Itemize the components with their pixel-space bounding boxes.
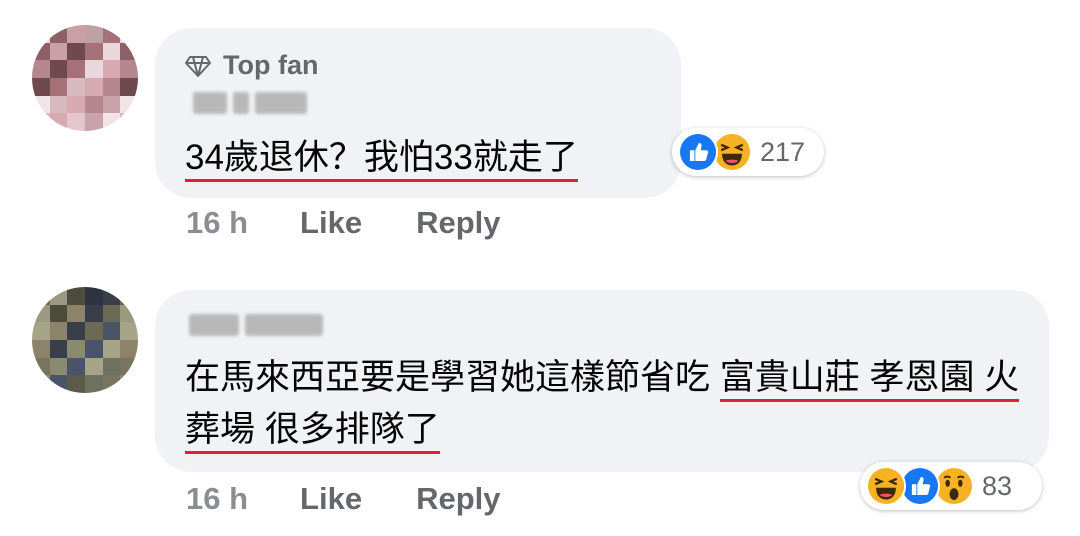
reply-button[interactable]: Reply	[416, 205, 500, 241]
like-icon	[900, 466, 940, 506]
timestamp[interactable]: 16 h	[186, 481, 248, 517]
wow-icon	[934, 466, 974, 506]
haha-icon	[866, 466, 906, 506]
like-button[interactable]: Like	[300, 205, 362, 241]
comment-text-underlined: 34歲退休？我怕33就走了	[185, 138, 578, 182]
timestamp[interactable]: 16 h	[186, 205, 248, 241]
like-button[interactable]: Like	[300, 481, 362, 517]
haha-icon	[712, 132, 752, 172]
diamond-icon	[185, 55, 211, 77]
comment-bubble: 在馬來西亞要是學習她這樣節省吃 富貴山莊 孝恩園 火葬場 很多排隊了	[155, 290, 1049, 472]
reaction-summary[interactable]: 217	[672, 128, 824, 176]
commenter-name[interactable]	[193, 92, 307, 114]
reply-button[interactable]: Reply	[416, 481, 500, 517]
commenter-name[interactable]	[189, 314, 323, 336]
comment-bubble: Top fan 34歲退休？我怕33就走了	[155, 28, 681, 198]
avatar[interactable]	[32, 25, 138, 131]
like-icon	[678, 132, 718, 172]
comment-actions: 16 h Like Reply	[186, 205, 500, 241]
comment-actions: 16 h Like Reply	[186, 481, 500, 517]
badge-label: Top fan	[223, 50, 319, 80]
reaction-summary[interactable]: 83	[860, 462, 1042, 510]
reaction-count: 217	[760, 136, 806, 167]
comment-text-plain: 在馬來西亞要是學習她這樣節省吃	[185, 358, 720, 397]
avatar[interactable]	[32, 287, 138, 393]
top-fan-badge: Top fan	[185, 50, 318, 81]
comment-text: 34歲退休？我怕33就走了	[185, 132, 578, 184]
comment-text: 在馬來西亞要是學習她這樣節省吃 富貴山莊 孝恩園 火葬場 很多排隊了	[185, 352, 1025, 456]
reaction-count: 83	[982, 470, 1013, 501]
